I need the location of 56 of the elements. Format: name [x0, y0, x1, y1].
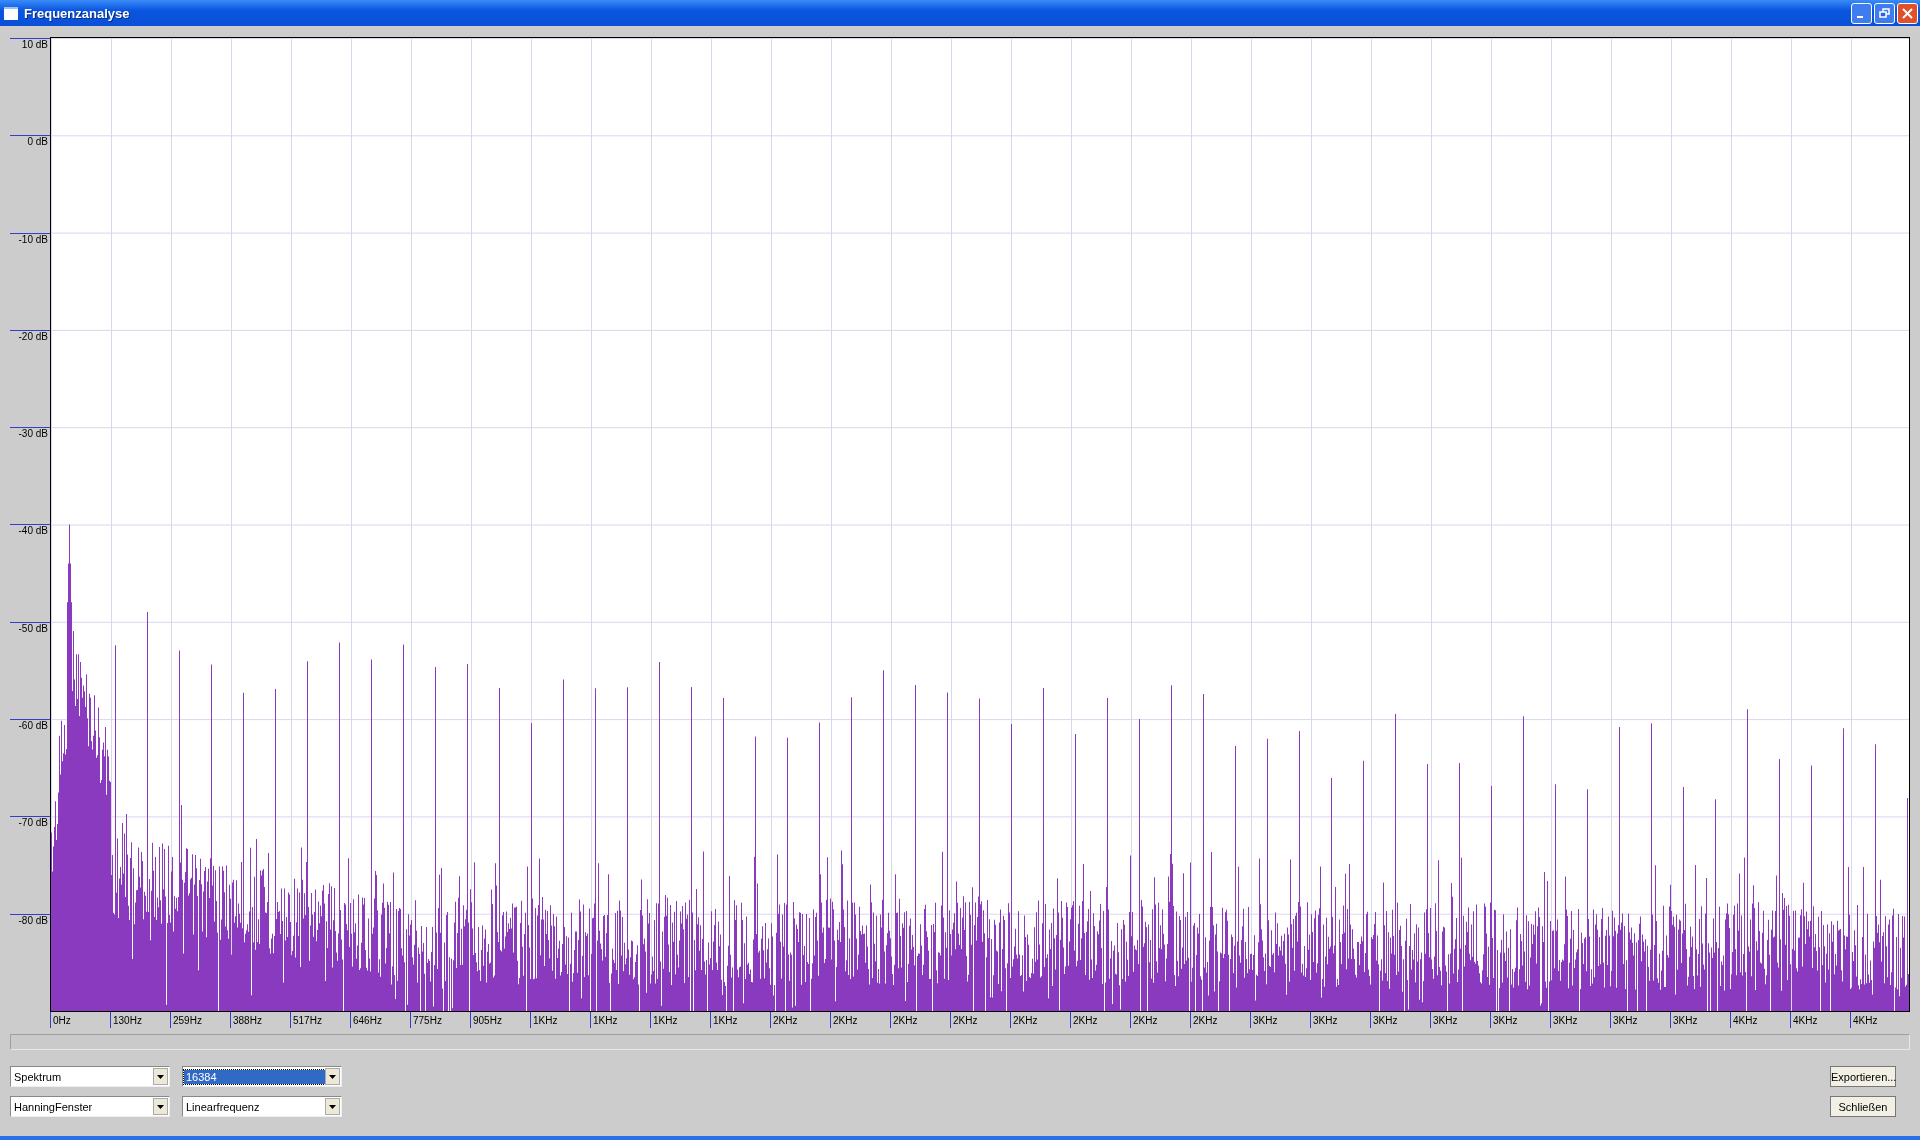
- x-axis-label: 4KHz: [1793, 1015, 1818, 1026]
- restore-button[interactable]: [1874, 2, 1895, 24]
- x-axis-label: 4KHz: [1853, 1015, 1878, 1026]
- x-axis-label: 3KHz: [1373, 1015, 1398, 1026]
- x-axis-label: 2KHz: [1133, 1015, 1158, 1026]
- y-axis-label: -50 dB: [18, 622, 48, 634]
- y-axis-label: -40 dB: [18, 525, 48, 537]
- x-axis-label: 4KHz: [1733, 1015, 1758, 1026]
- x-axis-label: 3KHz: [1553, 1015, 1578, 1026]
- x-axis-label: 646Hz: [353, 1015, 382, 1026]
- x-axis-label: 517Hz: [293, 1015, 322, 1026]
- x-axis-label: 775Hz: [413, 1015, 442, 1026]
- y-axis-label: -60 dB: [18, 720, 48, 732]
- x-axis-label: 3KHz: [1433, 1015, 1458, 1026]
- y-axis-label: -30 dB: [18, 428, 48, 440]
- dropdown[interactable]: 16384: [182, 1066, 342, 1087]
- y-axis-label: -10 dB: [18, 233, 48, 245]
- x-axis-label: 1KHz: [533, 1015, 558, 1026]
- restore-icon: [1878, 6, 1891, 20]
- x-axis-label: 1KHz: [593, 1015, 618, 1026]
- x-axis-label: 0Hz: [53, 1015, 71, 1026]
- dialog-button[interactable]: Schließen: [1830, 1096, 1896, 1117]
- x-axis-label: 3KHz: [1673, 1015, 1698, 1026]
- horizontal-scrollbar[interactable]: [10, 1034, 1910, 1050]
- y-axis-label: 0 dB: [27, 136, 48, 148]
- x-axis-label: 1KHz: [713, 1015, 738, 1026]
- window-title: Frequenzanalyse: [24, 5, 130, 21]
- x-axis-label: 259Hz: [173, 1015, 202, 1026]
- x-axis-label: 2KHz: [833, 1015, 858, 1026]
- minimize-icon: [1856, 16, 1863, 18]
- x-axis-label: 3KHz: [1253, 1015, 1278, 1026]
- close-button[interactable]: [1897, 2, 1918, 24]
- close-icon: [1901, 6, 1914, 20]
- y-axis-label: -80 dB: [18, 914, 48, 926]
- x-axis-label: 2KHz: [1193, 1015, 1218, 1026]
- x-axis-label: 3KHz: [1493, 1015, 1518, 1026]
- y-axis-label: -20 dB: [18, 330, 48, 342]
- minimize-button[interactable]: [1851, 2, 1872, 24]
- x-axis-label: 3KHz: [1613, 1015, 1638, 1026]
- x-axis-label: 2KHz: [773, 1015, 798, 1026]
- dropdown[interactable]: Spektrum: [10, 1066, 170, 1087]
- y-axis-label: -70 dB: [18, 817, 48, 829]
- x-axis-label: 2KHz: [1073, 1015, 1098, 1026]
- x-axis-label: 2KHz: [893, 1015, 918, 1026]
- x-axis-label: 130Hz: [113, 1015, 142, 1026]
- x-axis-label: 2KHz: [1013, 1015, 1038, 1026]
- dialog-button[interactable]: Exportieren...: [1830, 1066, 1896, 1087]
- y-axis-label: 10 dB: [21, 39, 48, 50]
- x-axis-label: 1KHz: [653, 1015, 678, 1026]
- dropdown[interactable]: HanningFenster: [10, 1096, 170, 1117]
- window-icon: [4, 6, 18, 20]
- dropdown[interactable]: Linearfrequenz: [182, 1096, 342, 1117]
- x-axis-label: 388Hz: [233, 1015, 262, 1026]
- x-axis-label: 3KHz: [1313, 1015, 1338, 1026]
- x-axis-label: 905Hz: [473, 1015, 502, 1026]
- x-axis-label: 2KHz: [953, 1015, 978, 1026]
